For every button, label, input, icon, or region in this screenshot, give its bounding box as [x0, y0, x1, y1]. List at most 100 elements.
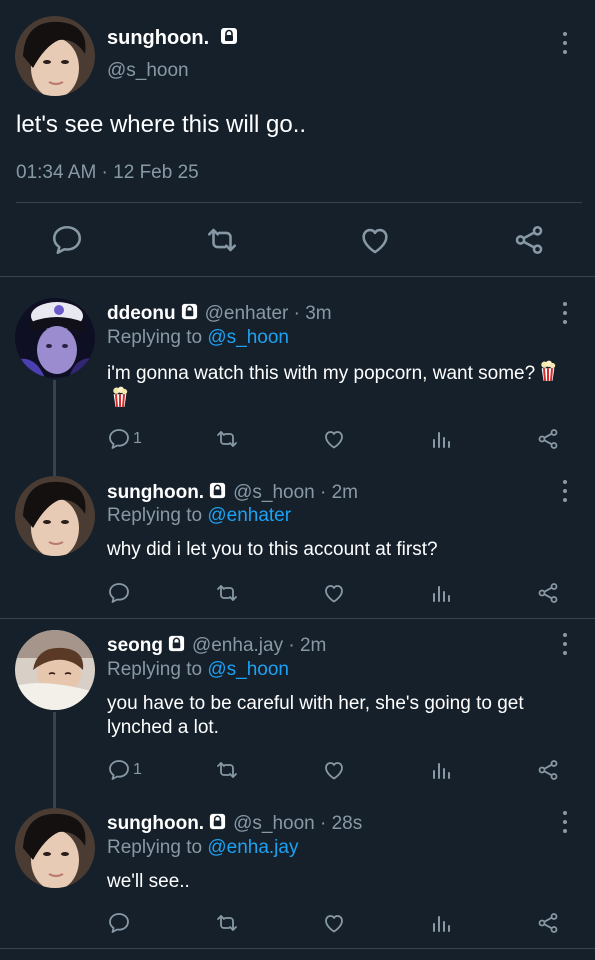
stats-icon: [429, 911, 453, 935]
stats-button[interactable]: [429, 757, 453, 783]
more-options-icon[interactable]: [562, 811, 568, 833]
retweet-button[interactable]: [215, 910, 239, 936]
author-name[interactable]: seong: [107, 635, 163, 656]
avatar[interactable]: [15, 808, 95, 888]
profile-photo: [15, 476, 95, 556]
reply-header: sunghoon. @s_hoon · 28s: [107, 812, 362, 835]
retweet-icon[interactable]: [205, 223, 239, 257]
replying-to: Replying to @enha.jay: [107, 837, 299, 858]
like-button[interactable]: [322, 580, 346, 606]
profile-photo: [15, 298, 95, 378]
author-name[interactable]: sunghoon.: [107, 482, 204, 503]
avatar[interactable]: [15, 630, 95, 710]
retweet-icon: [215, 758, 239, 782]
reply-text: why did i let you to this account at fir…: [107, 539, 438, 560]
author-name[interactable]: ddeonu: [107, 303, 176, 324]
retweet-button[interactable]: [215, 580, 239, 606]
author-handle-time: @s_hoon · 2m: [233, 482, 358, 503]
reply-icon: [107, 581, 131, 605]
like-icon[interactable]: [358, 223, 392, 257]
share-button[interactable]: [536, 580, 560, 606]
reply-header: sunghoon. @s_hoon · 2m: [107, 481, 358, 504]
author-handle-time: @enhater · 3m: [204, 303, 332, 324]
reply-header: ddeonu @enhater · 3m: [107, 302, 332, 325]
author-handle-time: @enha.jay · 2m: [191, 635, 327, 656]
mention-link[interactable]: @enhater: [207, 505, 291, 526]
retweet-button[interactable]: [215, 426, 239, 452]
like-icon: [322, 581, 346, 605]
replying-to: Replying to @enhater: [107, 505, 292, 526]
more-options-icon[interactable]: [562, 32, 568, 54]
mention-link[interactable]: @enha.jay: [207, 837, 298, 858]
lock-icon: [219, 26, 239, 46]
lock-icon: [208, 481, 227, 500]
stats-icon: [429, 427, 453, 451]
tweet-text: let's see where this will go..: [16, 111, 307, 138]
author-handle[interactable]: @s_hoon: [107, 60, 189, 82]
divider: [0, 948, 595, 949]
more-options-icon[interactable]: [562, 302, 568, 324]
reply-text: i'm gonna watch this with my popcorn, wa…: [107, 360, 577, 412]
share-button[interactable]: [536, 757, 560, 783]
avatar[interactable]: [15, 476, 95, 556]
share-icon: [536, 758, 560, 782]
profile-photo: [15, 16, 95, 96]
divider: [16, 202, 582, 203]
profile-photo: [15, 808, 95, 888]
mention-link[interactable]: @s_hoon: [207, 659, 289, 680]
mention-link[interactable]: @s_hoon: [207, 327, 289, 348]
author-name[interactable]: sunghoon.: [107, 26, 239, 50]
more-options-icon[interactable]: [562, 480, 568, 502]
like-icon: [322, 758, 346, 782]
reply-header: seong @enha.jay · 2m: [107, 634, 326, 657]
stats-icon: [429, 758, 453, 782]
reply-button[interactable]: [107, 910, 133, 936]
lock-icon: [208, 812, 227, 831]
more-options-icon[interactable]: [562, 633, 568, 655]
reply-count: 1: [133, 761, 142, 778]
reply-button[interactable]: 1: [107, 757, 142, 783]
divider: [0, 618, 595, 619]
retweet-button[interactable]: [215, 757, 239, 783]
reply-text: you have to be careful with her, she's g…: [107, 693, 524, 738]
retweet-icon: [215, 581, 239, 605]
divider: [0, 276, 595, 277]
lock-icon: [167, 634, 186, 653]
reply-text: we'll see..: [107, 871, 190, 892]
reply-button[interactable]: [107, 580, 133, 606]
like-icon: [322, 427, 346, 451]
tweet-timestamp[interactable]: 01:34 AM · 12 Feb 25: [16, 162, 199, 184]
author-handle-time: @s_hoon · 28s: [233, 813, 363, 834]
reply-count: 1: [133, 430, 142, 447]
avatar[interactable]: [15, 16, 95, 96]
reply-icon[interactable]: [50, 223, 84, 257]
stats-button[interactable]: [429, 426, 453, 452]
thread-line: [53, 712, 56, 808]
author-name[interactable]: sunghoon.: [107, 813, 204, 834]
reply-icon: [107, 911, 131, 935]
like-icon: [322, 911, 346, 935]
popcorn-emoji: [539, 360, 557, 382]
like-button[interactable]: [322, 426, 346, 452]
like-button[interactable]: [322, 757, 346, 783]
profile-photo: [15, 630, 95, 710]
share-button[interactable]: [536, 910, 560, 936]
stats-button[interactable]: [429, 910, 453, 936]
share-button[interactable]: [536, 426, 560, 452]
stats-icon: [429, 581, 453, 605]
share-icon: [536, 581, 560, 605]
reply-button[interactable]: 1: [107, 426, 142, 452]
retweet-icon: [215, 427, 239, 451]
like-button[interactable]: [322, 910, 346, 936]
stats-button[interactable]: [429, 580, 453, 606]
share-icon[interactable]: [512, 223, 546, 257]
avatar[interactable]: [15, 298, 95, 378]
popcorn-emoji: [111, 386, 129, 408]
reply-icon: [107, 427, 131, 451]
thread-line: [53, 380, 56, 476]
replying-to: Replying to @s_hoon: [107, 327, 289, 348]
share-icon: [536, 911, 560, 935]
share-icon: [536, 427, 560, 451]
reply-icon: [107, 758, 131, 782]
retweet-icon: [215, 911, 239, 935]
